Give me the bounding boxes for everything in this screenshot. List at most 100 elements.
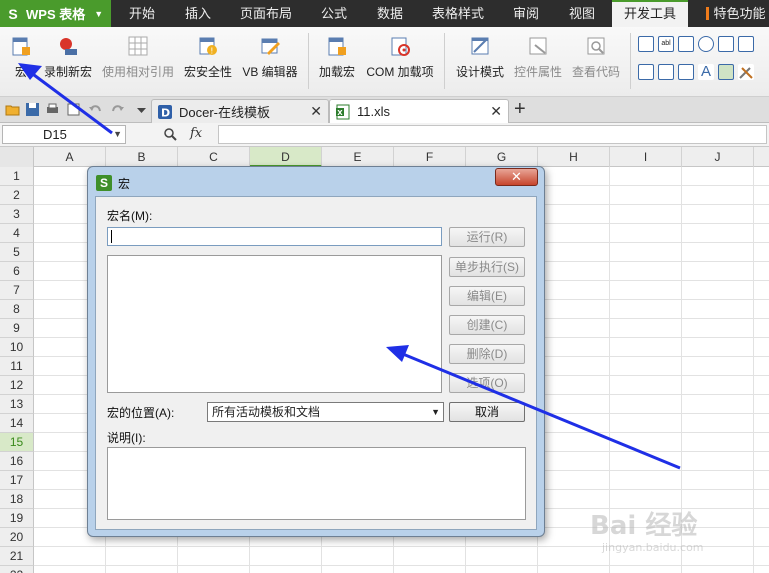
options-button[interactable]: 选项(O) [449, 373, 525, 393]
tab-review[interactable]: 审阅 [498, 0, 554, 27]
tab-file-11xls[interactable]: X 11.xls ✕ [329, 99, 509, 123]
control-properties-button[interactable]: 控件属性 [512, 35, 564, 80]
create-button[interactable]: 创建(C) [449, 315, 525, 335]
row-header-11[interactable]: 11 [0, 357, 34, 376]
row-header-17[interactable]: 17 [0, 471, 34, 490]
spin-control-icon[interactable] [678, 64, 694, 80]
close-icon[interactable]: ✕ [490, 103, 502, 120]
fx-icon[interactable]: fx [190, 126, 202, 141]
formula-input[interactable] [218, 125, 767, 144]
new-tab-button[interactable]: + [514, 98, 526, 121]
zoom-search-icon[interactable] [163, 127, 177, 141]
column-header-j[interactable]: J [682, 147, 754, 167]
chevron-down-icon[interactable]: ▼ [113, 126, 122, 143]
name-box[interactable]: D15 ▼ [2, 125, 126, 144]
tab-special-features[interactable]: 特色功能 [710, 0, 769, 27]
row-header-2[interactable]: 2 [0, 186, 34, 205]
tools-icon[interactable] [738, 64, 754, 80]
redo-icon[interactable] [110, 102, 125, 117]
column-header-c[interactable]: C [178, 147, 250, 167]
textbox-control-icon[interactable]: abl [658, 36, 674, 52]
combobox-control-icon[interactable] [738, 36, 754, 52]
cancel-button[interactable]: 取消 [449, 402, 525, 422]
row-header-8[interactable]: 8 [0, 300, 34, 319]
ribbon-separator [444, 33, 445, 89]
vb-editor-button[interactable]: VB 编辑器 [240, 35, 300, 80]
row-header-22[interactable]: 22 [0, 566, 34, 573]
macro-security-button[interactable]: ! 宏安全性 [183, 35, 233, 80]
com-addins-button[interactable]: COM 加载项 [363, 35, 437, 80]
tab-data[interactable]: 数据 [362, 0, 418, 27]
row-header-20[interactable]: 20 [0, 528, 34, 547]
tab-formulas[interactable]: 公式 [306, 0, 362, 27]
step-into-button[interactable]: 单步执行(S) [449, 257, 525, 277]
scrollbar-control-icon[interactable] [638, 64, 654, 80]
ribbon-separator [308, 33, 309, 89]
tab-developer[interactable]: 开发工具 [612, 0, 688, 27]
row-header-5[interactable]: 5 [0, 243, 34, 262]
customize-dropdown-icon[interactable] [134, 102, 149, 117]
row-header-4[interactable]: 4 [0, 224, 34, 243]
row-header-19[interactable]: 19 [0, 509, 34, 528]
relative-reference-button[interactable]: 使用相对引用 [101, 35, 175, 80]
close-icon[interactable]: ✕ [310, 103, 322, 120]
tab-page-layout[interactable]: 页面布局 [228, 0, 304, 27]
button-control-icon[interactable] [678, 36, 694, 52]
row-header-1[interactable]: 1 [0, 167, 34, 186]
column-header-h[interactable]: H [538, 147, 610, 167]
design-mode-button[interactable]: 设计模式 [454, 35, 506, 80]
row-header-3[interactable]: 3 [0, 205, 34, 224]
print-preview-icon[interactable] [66, 102, 81, 117]
dialog-close-button[interactable]: ✕ [495, 168, 538, 186]
row-header-16[interactable]: 16 [0, 452, 34, 471]
checkbox-control-icon[interactable] [638, 36, 654, 52]
row-header-18[interactable]: 18 [0, 490, 34, 509]
column-header-d[interactable]: D [250, 147, 322, 167]
radio-control-icon[interactable] [698, 36, 714, 52]
row-header-12[interactable]: 12 [0, 376, 34, 395]
row-header-13[interactable]: 13 [0, 395, 34, 414]
row-header-9[interactable]: 9 [0, 319, 34, 338]
pencil-icon [261, 38, 280, 55]
column-header-b[interactable]: B [106, 147, 178, 167]
tab-view[interactable]: 视图 [554, 0, 610, 27]
image-control-icon[interactable] [718, 64, 734, 80]
load-macro-button[interactable]: 加载宏 [316, 35, 358, 80]
dialog-title-bar[interactable]: S 宏 [96, 173, 130, 193]
listbox-control-icon[interactable] [718, 36, 734, 52]
column-header-g[interactable]: G [466, 147, 538, 167]
row-header-15[interactable]: 15 [0, 433, 34, 452]
open-folder-icon[interactable] [5, 102, 20, 117]
row-header-21[interactable]: 21 [0, 547, 34, 566]
tab-insert[interactable]: 插入 [171, 0, 225, 27]
macro-button[interactable]: 宏 [6, 35, 36, 80]
macro-name-input[interactable] [107, 227, 442, 246]
frame-control-icon[interactable] [658, 64, 674, 80]
column-header-f[interactable]: F [394, 147, 466, 167]
save-icon[interactable] [25, 102, 40, 117]
tab-table-styles[interactable]: 表格样式 [418, 0, 498, 27]
macro-list[interactable] [107, 255, 442, 393]
view-code-button[interactable]: 查看代码 [570, 35, 622, 80]
app-menu-button[interactable]: S WPS 表格 ▼ [0, 0, 111, 27]
label-control-icon[interactable]: A [698, 64, 714, 80]
select-all-corner[interactable] [0, 147, 34, 167]
record-macro-button[interactable]: 录制新宏 [42, 35, 94, 80]
tab-home[interactable]: 开始 [113, 0, 171, 27]
row-header-6[interactable]: 6 [0, 262, 34, 281]
macro-security-label: 宏安全性 [183, 65, 232, 79]
row-header-7[interactable]: 7 [0, 281, 34, 300]
column-header-i[interactable]: I [610, 147, 682, 167]
column-header-e[interactable]: E [322, 147, 394, 167]
edit-button[interactable]: 编辑(E) [449, 286, 525, 306]
delete-button[interactable]: 删除(D) [449, 344, 525, 364]
print-icon[interactable] [45, 102, 60, 117]
row-header-10[interactable]: 10 [0, 338, 34, 357]
row-header-14[interactable]: 14 [0, 414, 34, 433]
run-button[interactable]: 运行(R) [449, 227, 525, 247]
undo-icon[interactable] [88, 102, 103, 117]
macro-location-select[interactable]: 所有活动模板和文档 ▼ [207, 402, 444, 422]
chevron-down-icon: ▼ [431, 407, 440, 417]
column-header-a[interactable]: A [34, 147, 106, 167]
tab-docer-templates[interactable]: D Docer-在线模板 ✕ [151, 99, 329, 123]
